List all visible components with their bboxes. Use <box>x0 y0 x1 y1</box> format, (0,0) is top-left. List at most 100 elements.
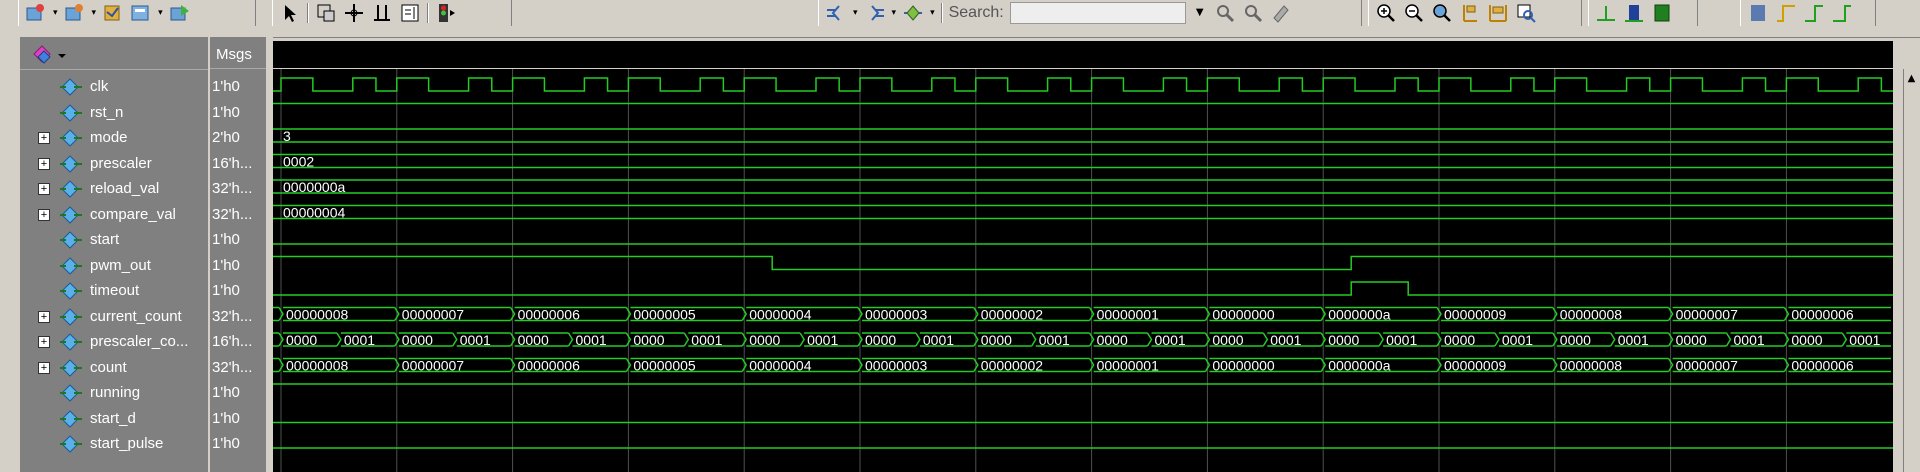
signal-diamond-icon <box>58 383 84 403</box>
expand-icon[interactable]: + <box>38 157 50 170</box>
count-bus-value: 00000007 <box>402 358 465 374</box>
dotted-wave-icon[interactable] <box>1747 2 1769 24</box>
pane-divider[interactable] <box>266 37 273 472</box>
simulate-icon[interactable] <box>130 2 152 24</box>
prescaler-count-bus-value: 0001 <box>1502 332 1533 348</box>
signal-row-timeout[interactable]: timeout <box>20 278 208 303</box>
prescaler-count-bus-value: 0000 <box>1791 332 1822 348</box>
current-count-bus-value: 00000001 <box>1097 307 1160 323</box>
signal-value: 1'h0 <box>212 256 240 274</box>
expand-icon[interactable]: + <box>38 183 50 195</box>
search-icon[interactable] <box>1214 2 1236 24</box>
signal-name-label: compare_val <box>90 205 176 223</box>
marker-icon[interactable] <box>902 2 924 24</box>
signal-row-prescaler-co[interactable]: + prescaler_co... <box>20 329 208 354</box>
prescaler-count-bus-value: 0000 <box>402 332 433 348</box>
signal-row-reload-val[interactable]: + reload_val <box>20 176 208 201</box>
signal-row-mode[interactable]: + mode <box>20 125 208 150</box>
zoom-cursor-icon[interactable] <box>1459 2 1481 24</box>
signal-row-pwm-out[interactable]: pwm_out <box>20 253 208 278</box>
signal-row-rst-n[interactable]: rst_n <box>20 100 208 125</box>
vertical-scrollbar[interactable] <box>1903 69 1920 472</box>
edit-icon[interactable] <box>399 2 421 24</box>
current-count-bus-value: 00000008 <box>1560 307 1623 323</box>
zoom-in-icon[interactable] <box>1375 2 1397 24</box>
wave-format-icon[interactable] <box>30 43 70 67</box>
prescaler-count-bus-value: 0001 <box>1386 332 1417 348</box>
prescaler-count-bus-value: 0000 <box>286 332 317 348</box>
count-bus-value: 00000009 <box>1444 358 1507 374</box>
expand-icon[interactable]: + <box>38 208 50 221</box>
current-count-bus-value: 00000007 <box>402 307 465 323</box>
zoom-full-icon[interactable] <box>1431 2 1453 24</box>
toolbar-group-edges <box>1740 0 1876 26</box>
any-edge-icon[interactable] <box>1831 2 1853 24</box>
prescaler-count-bus-value: 0000 <box>1212 332 1243 348</box>
signal-row-current-count[interactable]: + current_count <box>20 304 208 329</box>
cursor-icon[interactable] <box>279 2 301 24</box>
count-bus-value: 00000003 <box>865 358 928 374</box>
wave-step-icon[interactable] <box>1595 2 1617 24</box>
toolbar-group-file: ▾ ▾ ▾ <box>18 0 256 26</box>
prescaler-count-bus-value: 0000 <box>981 332 1012 348</box>
current-count-bus-value: 00000000 <box>1212 307 1275 323</box>
msgs-header: Msgs <box>210 41 266 69</box>
signal-value: 16'h... <box>212 333 253 350</box>
signal-value: 32'h... <box>212 358 253 376</box>
expand-icon[interactable]: + <box>38 361 50 374</box>
scroll-up-arrow-icon[interactable]: ▲ <box>1903 70 1920 87</box>
rising-edge-icon[interactable] <box>1775 2 1797 24</box>
signal-name-label: mode <box>90 129 128 146</box>
search-previous-icon[interactable] <box>1242 2 1264 24</box>
signal-diamond-icon <box>58 434 84 454</box>
count-bus-value: 00000008 <box>1560 358 1623 374</box>
prescaler-count-bus-value: 0001 <box>1849 332 1880 348</box>
search-dropdown-icon[interactable]: ▼ <box>1192 2 1208 24</box>
expand-icon[interactable]: + <box>38 336 50 348</box>
signal-row-compare-val[interactable]: + compare_val <box>20 202 208 227</box>
move-icon[interactable] <box>343 2 365 24</box>
current-count-bus-value: 00000007 <box>1676 307 1739 323</box>
prescaler-count-bus-value: 0000 <box>865 332 896 348</box>
expand-icon[interactable]: + <box>38 310 50 323</box>
signal-row-running[interactable]: running <box>20 380 208 405</box>
signal-value: 1'h0 <box>212 78 240 95</box>
wave-fill-icon[interactable] <box>1651 2 1673 24</box>
current-count-bus-value: 00000003 <box>865 307 928 323</box>
find-next-icon[interactable] <box>864 2 886 24</box>
traffic-light-icon[interactable] <box>435 2 457 24</box>
expand-icon[interactable]: + <box>38 132 50 144</box>
count-bus-value: 00000002 <box>981 358 1044 374</box>
count-bus-value: 00000006 <box>518 358 581 374</box>
restart-icon[interactable] <box>169 2 191 24</box>
zoom-out-icon[interactable] <box>1403 2 1425 24</box>
wave-canvas[interactable]: 3 0002 0000000a 00000004 00000008 00000007 000… <box>273 69 1893 472</box>
wave-header-bar <box>273 41 1893 68</box>
signal-name-label: prescaler <box>90 154 152 172</box>
wave-window[interactable]: 3 0002 0000000a 00000004 00000008 00000007 000… <box>273 69 1893 472</box>
compile-icon[interactable] <box>102 2 124 24</box>
signal-diamond-icon <box>58 128 84 148</box>
zoom-selection-icon[interactable] <box>1515 2 1537 24</box>
signal-row-start-pulse[interactable]: start_pulse <box>20 431 208 456</box>
zoom-region-icon[interactable] <box>315 2 337 24</box>
zoom-between-cursors-icon[interactable] <box>1487 2 1509 24</box>
signal-diamond-icon <box>58 179 84 199</box>
falling-edge-icon[interactable] <box>1803 2 1825 24</box>
signal-diamond-icon <box>58 77 84 97</box>
signal-row-clk[interactable]: clk <box>20 74 208 99</box>
prescaler-count-bus-value: 0000 <box>1328 332 1359 348</box>
signal-row-prescaler[interactable]: + prescaler <box>20 151 208 176</box>
signal-row-start-d[interactable]: start_d <box>20 406 208 431</box>
search-input[interactable] <box>1009 2 1186 24</box>
signal-name-label: start <box>90 231 120 248</box>
insert-cursor-icon[interactable] <box>371 2 393 24</box>
signal-row-start[interactable]: start <box>20 227 208 252</box>
find-previous-icon[interactable] <box>825 2 847 24</box>
open-icon[interactable] <box>25 2 47 24</box>
wave-bar-icon[interactable] <box>1623 2 1645 24</box>
toolbar-group-wave <box>1588 0 1698 26</box>
save-icon[interactable] <box>64 2 86 24</box>
signal-row-count[interactable]: + count <box>20 355 208 380</box>
search-options-icon[interactable] <box>1270 2 1292 24</box>
